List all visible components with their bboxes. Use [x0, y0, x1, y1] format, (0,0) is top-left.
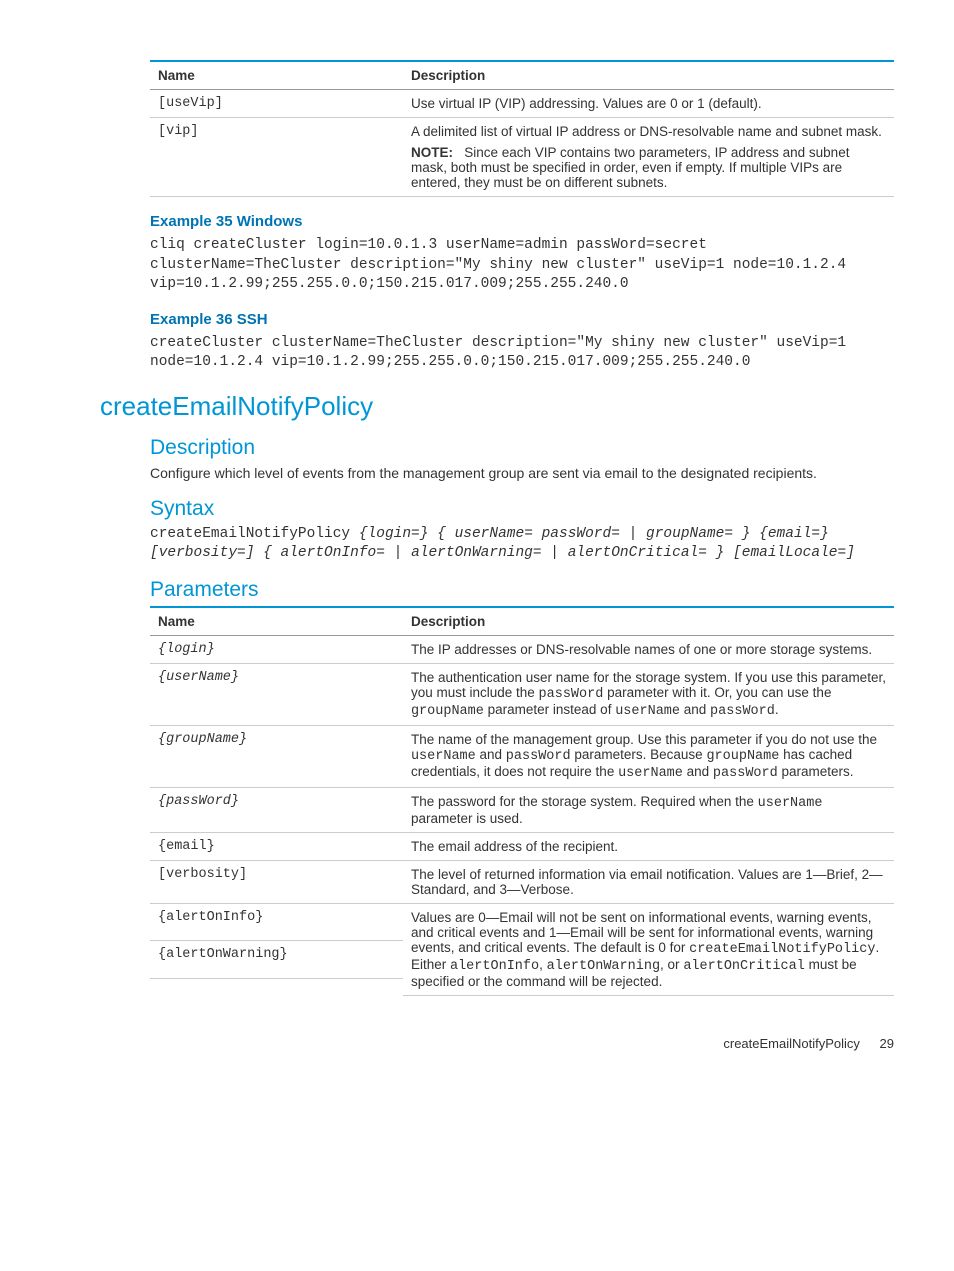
- table-header-row: Name Description: [150, 607, 894, 636]
- example-heading-36: Example 36 SSH: [150, 311, 894, 328]
- param-desc: The authentication user name for the sto…: [403, 663, 894, 725]
- param-desc: The IP addresses or DNS-resolvable names…: [403, 635, 894, 663]
- page-footer: createEmailNotifyPolicy 29: [100, 1036, 894, 1051]
- param-desc: The email address of the recipient.: [403, 832, 894, 860]
- table-row: {login} The IP addresses or DNS-resolvab…: [150, 635, 894, 663]
- table-row: [vip] A delimited list of virtual IP add…: [150, 118, 894, 197]
- table-row: {passWord} The password for the storage …: [150, 787, 894, 832]
- table-row: {userName} The authentication user name …: [150, 663, 894, 725]
- col-desc: Description: [403, 607, 894, 636]
- col-name: Name: [150, 607, 403, 636]
- col-desc: Description: [403, 61, 894, 90]
- description-text: Configure which level of events from the…: [150, 464, 894, 483]
- footer-page: 29: [880, 1036, 894, 1051]
- example-code-36: createCluster clusterName=TheCluster des…: [150, 334, 894, 373]
- syntax-code: createEmailNotifyPolicy {login=} { userN…: [150, 525, 894, 564]
- parameters-table: Name Description {login} The IP addresse…: [150, 606, 894, 996]
- param-name: [verbosity]: [150, 860, 403, 903]
- table-row: {alertOnInfo} Values are 0—Email will no…: [150, 903, 894, 941]
- param-desc-text: A delimited list of virtual IP address o…: [411, 124, 886, 139]
- parameters-heading: Parameters: [150, 578, 894, 602]
- example-heading-35: Example 35 Windows: [150, 213, 894, 230]
- param-name: {passWord}: [150, 787, 403, 832]
- param-name: {groupName}: [150, 725, 403, 787]
- param-name: {alertOnInfo}: [150, 903, 403, 941]
- param-name: {login}: [150, 635, 403, 663]
- col-name: Name: [150, 61, 403, 90]
- table-row: [useVip] Use virtual IP (VIP) addressing…: [150, 90, 894, 118]
- example-code-35: cliq createCluster login=10.0.1.3 userNa…: [150, 236, 894, 295]
- param-desc: The name of the management group. Use th…: [403, 725, 894, 787]
- footer-label: createEmailNotifyPolicy: [723, 1036, 860, 1051]
- table-header-row: Name Description: [150, 61, 894, 90]
- param-name: [vip]: [150, 118, 403, 197]
- param-name: [useVip]: [150, 90, 403, 118]
- param-desc: The password for the storage system. Req…: [403, 787, 894, 832]
- table-row: {email} The email address of the recipie…: [150, 832, 894, 860]
- param-name: {email}: [150, 832, 403, 860]
- param-name: {userName}: [150, 663, 403, 725]
- param-desc: Use virtual IP (VIP) addressing. Values …: [403, 90, 894, 118]
- param-desc: A delimited list of virtual IP address o…: [403, 118, 894, 197]
- command-title: createEmailNotifyPolicy: [100, 391, 894, 422]
- param-name: {alertOnWarning}: [150, 941, 403, 979]
- param-note: NOTE: Since each VIP contains two parame…: [411, 145, 886, 190]
- note-label: NOTE:: [411, 145, 453, 160]
- syntax-heading: Syntax: [150, 497, 894, 521]
- table-row: {groupName} The name of the management g…: [150, 725, 894, 787]
- param-name-empty: [150, 979, 403, 996]
- param-desc: Values are 0—Email will not be sent on i…: [403, 903, 894, 995]
- description-heading: Description: [150, 436, 894, 460]
- parameters-table-prev: Name Description [useVip] Use virtual IP…: [150, 60, 894, 197]
- note-text: Since each VIP contains two parameters, …: [411, 145, 850, 190]
- param-desc: The level of returned information via em…: [403, 860, 894, 903]
- table-row: [verbosity] The level of returned inform…: [150, 860, 894, 903]
